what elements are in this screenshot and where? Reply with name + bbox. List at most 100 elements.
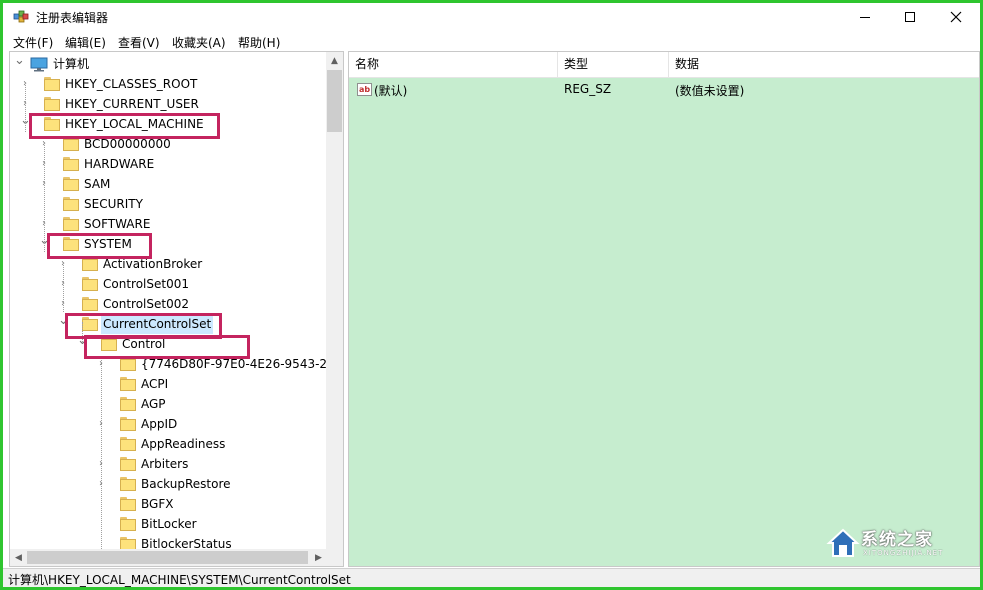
- folder-icon: [82, 257, 98, 271]
- registry-editor-window: 注册表编辑器 文件(F) 编辑(E) 查看(V) 收藏夹(A) 帮助(H) ⌄ 计…: [0, 0, 983, 590]
- value-data: (数值未设置): [675, 84, 745, 98]
- folder-icon: [120, 497, 136, 511]
- title-bar[interactable]: 注册表编辑器: [3, 3, 980, 31]
- tree-node-arbiters[interactable]: › Arbiters: [10, 454, 328, 474]
- value-name: (默认): [374, 84, 408, 98]
- highlight-box: [47, 233, 152, 259]
- tree-node-label: ControlSet002: [103, 297, 189, 311]
- values-list-pane[interactable]: 名称 类型 数据 ab (默认) REG_SZ (数值未设置): [348, 51, 980, 567]
- folder-icon: [44, 97, 60, 111]
- tree-node-bitlocker[interactable]: BitLocker: [10, 514, 328, 534]
- tree-node-label: AppID: [141, 417, 178, 431]
- folder-icon: [120, 417, 136, 431]
- menu-file[interactable]: 文件(F): [13, 34, 53, 51]
- watermark-text: 系统之家: [861, 530, 933, 550]
- folder-icon: [44, 77, 60, 91]
- values-list-header: 名称 类型 数据: [349, 52, 979, 78]
- close-icon: [950, 11, 962, 23]
- tree-node-acpi[interactable]: ACPI: [10, 374, 328, 394]
- string-value-icon: ab: [357, 83, 372, 96]
- tree-node-label: ControlSet001: [103, 277, 189, 291]
- column-header-name[interactable]: 名称: [349, 52, 558, 77]
- tree-guide-line: [101, 357, 102, 549]
- maximize-icon: [905, 12, 915, 22]
- menu-help[interactable]: 帮助(H): [238, 34, 280, 51]
- watermark: 系统之家 XITONGZHIJIA.NET: [823, 519, 978, 569]
- tree-node-label: Arbiters: [141, 457, 189, 471]
- tree-node-security[interactable]: SECURITY: [10, 194, 328, 214]
- tree-horizontal-scroll-thumb[interactable]: [27, 551, 308, 564]
- tree-node-agp[interactable]: AGP: [10, 394, 328, 414]
- tree-node-sam[interactable]: › SAM: [10, 174, 328, 194]
- highlight-box: [29, 113, 220, 139]
- tree-node-appreadiness[interactable]: AppReadiness: [10, 434, 328, 454]
- maximize-button[interactable]: [887, 3, 933, 31]
- value-type: REG_SZ: [564, 82, 612, 96]
- tree-node-software[interactable]: › SOFTWARE: [10, 214, 328, 234]
- status-path: 计算机\HKEY_LOCAL_MACHINE\SYSTEM\CurrentCon…: [8, 573, 351, 587]
- tree-node-label: ACPI: [141, 377, 169, 391]
- tree-node-label: HKEY_CURRENT_USER: [65, 97, 199, 111]
- registry-tree-pane[interactable]: ⌄ 计算机 › HKEY_CLASSES_ROOT › HKEY_CURRENT_USER…: [9, 51, 344, 567]
- tree-vertical-scrollbar[interactable]: ▲: [326, 52, 343, 549]
- tree-node-label: BitLocker: [141, 517, 197, 531]
- tree-node-label: HKEY_CLASSES_ROOT: [65, 77, 198, 91]
- tree-node-hardware[interactable]: › HARDWARE: [10, 154, 328, 174]
- scroll-left-icon[interactable]: ◀: [10, 549, 27, 566]
- window-title: 注册表编辑器: [36, 11, 109, 25]
- folder-icon: [120, 397, 136, 411]
- tree-node-controlset001[interactable]: › ControlSet001: [10, 274, 328, 294]
- tree-vertical-scroll-thumb[interactable]: [327, 70, 342, 132]
- tree-node-label: BackupRestore: [141, 477, 231, 491]
- tree-node-label: SAM: [84, 177, 111, 191]
- menu-bar: 文件(F) 编辑(E) 查看(V) 收藏夹(A) 帮助(H): [3, 31, 980, 51]
- folder-icon: [120, 477, 136, 491]
- tree-node-label: 计算机: [53, 57, 90, 71]
- folder-icon: [63, 137, 79, 151]
- folder-icon: [82, 297, 98, 311]
- tree-node-controlset002[interactable]: › ControlSet002: [10, 294, 328, 314]
- house-logo-icon: [826, 528, 860, 557]
- minimize-icon: [860, 16, 870, 18]
- column-header-type[interactable]: 类型: [558, 52, 669, 77]
- tree-guide-line: [63, 262, 64, 312]
- tree-guide-line: [44, 142, 45, 252]
- folder-icon: [120, 517, 136, 531]
- folder-icon: [120, 437, 136, 451]
- folder-icon: [63, 177, 79, 191]
- highlight-box: [84, 335, 250, 359]
- tree-node-hkey-current-user[interactable]: › HKEY_CURRENT_USER: [10, 94, 328, 114]
- column-header-data[interactable]: 数据: [669, 52, 979, 77]
- tree-node-label: BGFX: [141, 497, 174, 511]
- watermark-subtext: XITONGZHIJIA.NET: [863, 549, 944, 557]
- tree-node-label: AppReadiness: [141, 437, 226, 451]
- folder-icon: [120, 377, 136, 391]
- menu-view[interactable]: 查看(V): [118, 34, 160, 51]
- status-bar: 计算机\HKEY_LOCAL_MACHINE\SYSTEM\CurrentCon…: [3, 568, 980, 587]
- tree-node-label: AGP: [141, 397, 166, 411]
- minimize-button[interactable]: [842, 3, 888, 31]
- tree-node-label: SECURITY: [84, 197, 143, 211]
- tree-node-computer[interactable]: ⌄ 计算机: [10, 54, 328, 74]
- tree-horizontal-scrollbar[interactable]: ◀ ▶: [10, 549, 343, 566]
- registry-editor-icon: [13, 10, 29, 23]
- folder-icon: [63, 197, 79, 211]
- tree-node-label: SOFTWARE: [84, 217, 151, 231]
- folder-icon: [120, 457, 136, 471]
- folder-icon: [82, 277, 98, 291]
- folder-icon: [63, 157, 79, 171]
- menu-edit[interactable]: 编辑(E): [65, 34, 106, 51]
- collapse-chevron-icon[interactable]: ⌄: [14, 54, 25, 74]
- tree-node-hkey-classes-root[interactable]: › HKEY_CLASSES_ROOT: [10, 74, 328, 94]
- folder-icon: [120, 357, 136, 371]
- tree-node-bgfx[interactable]: BGFX: [10, 494, 328, 514]
- tree-node-label: HARDWARE: [84, 157, 155, 171]
- folder-icon: [63, 217, 79, 231]
- tree-node-backuprestore[interactable]: › BackupRestore: [10, 474, 328, 494]
- menu-favorites[interactable]: 收藏夹(A): [172, 34, 226, 51]
- tree-guide-line: [25, 82, 26, 132]
- close-button[interactable]: [933, 3, 979, 31]
- tree-node-appid[interactable]: › AppID: [10, 414, 328, 434]
- scroll-up-icon[interactable]: ▲: [326, 52, 343, 69]
- scroll-right-icon[interactable]: ▶: [310, 549, 327, 566]
